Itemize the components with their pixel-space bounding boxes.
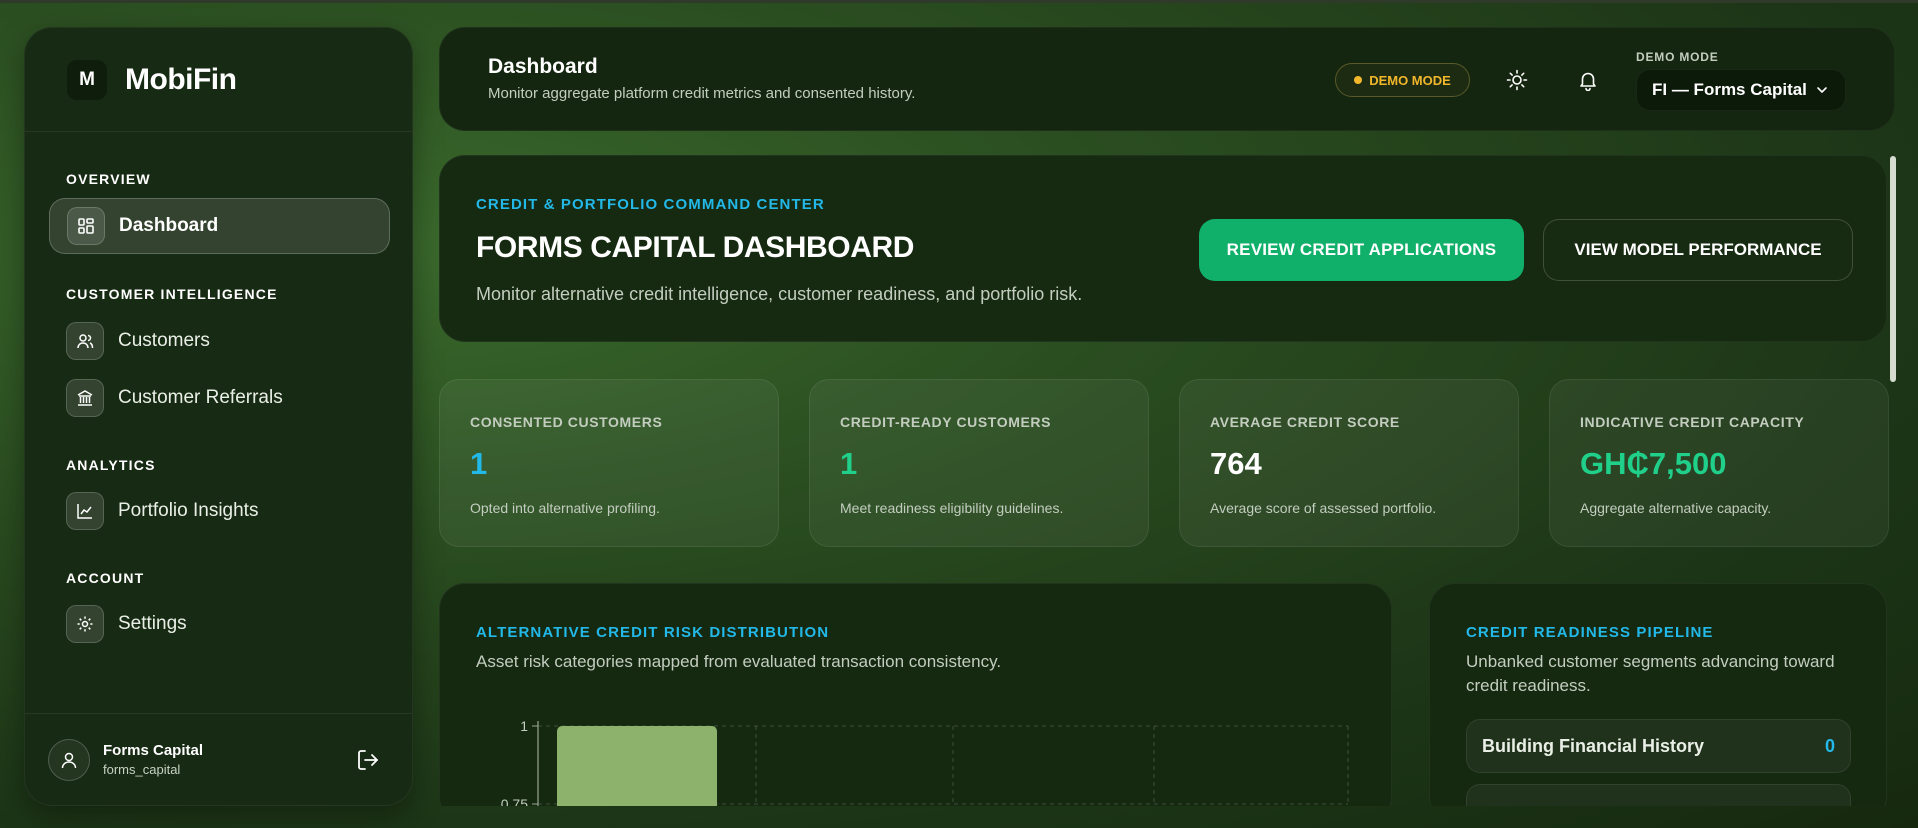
- readiness-pipeline-panel: CREDIT READINESS PIPELINE Unbanked custo…: [1429, 583, 1887, 806]
- y-tick-label: 1: [520, 718, 528, 734]
- sidebar-item-settings[interactable]: Settings: [49, 596, 390, 652]
- panel-subtitle-line: credit readiness.: [1466, 676, 1591, 695]
- chevron-down-icon: [1815, 82, 1829, 102]
- view-model-performance-button[interactable]: VIEW MODEL PERFORMANCE: [1543, 219, 1853, 281]
- demo-mode-badge-label: DEMO MODE: [1369, 72, 1451, 88]
- sidebar-item-label: Settings: [118, 613, 187, 634]
- brand: M MobiFin: [25, 28, 412, 132]
- demo-mode-badge: DEMO MODE: [1335, 63, 1470, 97]
- mode-label: DEMO MODE: [1636, 50, 1719, 64]
- sidebar-item-label: Dashboard: [119, 215, 219, 236]
- panel-subtitle: Unbanked customer segments advancing tow…: [1466, 650, 1835, 698]
- y-tick-label: 0.75: [501, 796, 528, 806]
- nav-section-account: ACCOUNT: [66, 570, 145, 586]
- user-handle: forms_capital: [103, 762, 181, 777]
- status-dot-icon: [1354, 76, 1363, 84]
- bank-icon: [66, 379, 104, 417]
- gear-icon: [66, 605, 104, 643]
- user-avatar-icon: [48, 738, 90, 781]
- panel-eyebrow: CREDIT READINESS PIPELINE: [1466, 624, 1714, 641]
- risk-distribution-panel: ALTERNATIVE CREDIT RISK DISTRIBUTION Ass…: [439, 583, 1392, 806]
- sidebar-item-label: Portfolio Insights: [118, 500, 259, 521]
- stat-label: CREDIT-READY CUSTOMERS: [840, 414, 1052, 430]
- dashboard-grid-icon: [67, 207, 105, 245]
- sidebar-item-customers[interactable]: Customers: [49, 313, 390, 369]
- pipeline-row-label: Building Financial History: [1482, 736, 1705, 756]
- stat-card-credit-ready-customers: CREDIT-READY CUSTOMERS 1 Meet readiness …: [809, 379, 1149, 547]
- stat-value: 764: [1210, 446, 1262, 481]
- sidebar: M MobiFin OVERVIEW Dashboard CUSTOMER IN…: [24, 27, 413, 806]
- review-credit-applications-button[interactable]: REVIEW CREDIT APPLICATIONS: [1199, 219, 1524, 281]
- pipeline-row[interactable]: Building Financial History 0: [1466, 719, 1851, 773]
- stat-description: Average score of assessed portfolio.: [1210, 500, 1437, 516]
- sidebar-item-label: Customers: [118, 330, 210, 351]
- window-top-border: [0, 0, 1918, 3]
- users-icon: [66, 322, 104, 360]
- stat-value: GH₵7,500: [1580, 446, 1727, 481]
- stat-card-indicative-credit-capacity: INDICATIVE CREDIT CAPACITY GH₵7,500 Aggr…: [1549, 379, 1889, 547]
- chart-bar: [557, 726, 717, 806]
- bell-icon[interactable]: [1574, 66, 1602, 94]
- user-profile: Forms Capital forms_capital: [25, 713, 412, 805]
- hero-eyebrow: CREDIT & PORTFOLIO COMMAND CENTER: [476, 196, 825, 213]
- brand-name: MobiFin: [125, 62, 237, 96]
- panel-subtitle-line: Unbanked customer segments advancing tow…: [1466, 652, 1835, 671]
- risk-distribution-chart: 10.75: [501, 718, 1349, 806]
- nav-section-overview: OVERVIEW: [66, 171, 151, 187]
- logout-icon[interactable]: [356, 748, 380, 777]
- stat-description: Opted into alternative profiling.: [470, 500, 660, 516]
- hero-card: CREDIT & PORTFOLIO COMMAND CENTER FORMS …: [439, 155, 1887, 342]
- top-header: Dashboard Monitor aggregate platform cre…: [439, 27, 1895, 131]
- brand-logo: M: [67, 59, 107, 100]
- scrollbar[interactable]: [1890, 156, 1896, 382]
- pipeline-row-count: 0: [1824, 736, 1835, 756]
- page-title: Dashboard: [488, 55, 598, 78]
- sidebar-item-portfolio-insights[interactable]: Portfolio Insights: [49, 483, 390, 539]
- stat-value: 1: [470, 446, 488, 481]
- stat-label: INDICATIVE CREDIT CAPACITY: [1580, 414, 1805, 430]
- sidebar-item-label: Customer Referrals: [118, 387, 283, 408]
- stat-value: 1: [840, 446, 858, 481]
- institution-select[interactable]: FI — Forms Capital: [1636, 69, 1846, 111]
- stat-card-average-credit-score: AVERAGE CREDIT SCORE 764 Average score o…: [1179, 379, 1519, 547]
- sidebar-item-dashboard[interactable]: Dashboard: [49, 198, 390, 254]
- stat-description: Aggregate alternative capacity.: [1580, 500, 1772, 516]
- line-chart-icon: [66, 492, 104, 530]
- stat-label: AVERAGE CREDIT SCORE: [1210, 414, 1400, 430]
- nav-section-customer-intelligence: CUSTOMER INTELLIGENCE: [66, 286, 278, 302]
- pipeline-row[interactable]: [1466, 784, 1851, 806]
- user-name: Forms Capital: [103, 742, 204, 759]
- sidebar-item-customer-referrals[interactable]: Customer Referrals: [49, 370, 390, 426]
- stat-description: Meet readiness eligibility guidelines.: [840, 500, 1064, 516]
- page-subtitle: Monitor aggregate platform credit metric…: [488, 85, 916, 102]
- sun-icon[interactable]: [1503, 66, 1531, 94]
- stat-card-consented-customers: CONSENTED CUSTOMERS 1 Opted into alterna…: [439, 379, 779, 547]
- stat-label: CONSENTED CUSTOMERS: [470, 414, 663, 430]
- institution-select-value: FI — Forms Capital: [1652, 80, 1807, 99]
- nav-section-analytics: ANALYTICS: [66, 457, 156, 473]
- main-content[interactable]: CREDIT & PORTFOLIO COMMAND CENTER FORMS …: [439, 155, 1895, 806]
- hero-subtitle: Monitor alternative credit intelligence,…: [476, 284, 1083, 304]
- hero-title: FORMS CAPITAL DASHBOARD: [476, 231, 915, 264]
